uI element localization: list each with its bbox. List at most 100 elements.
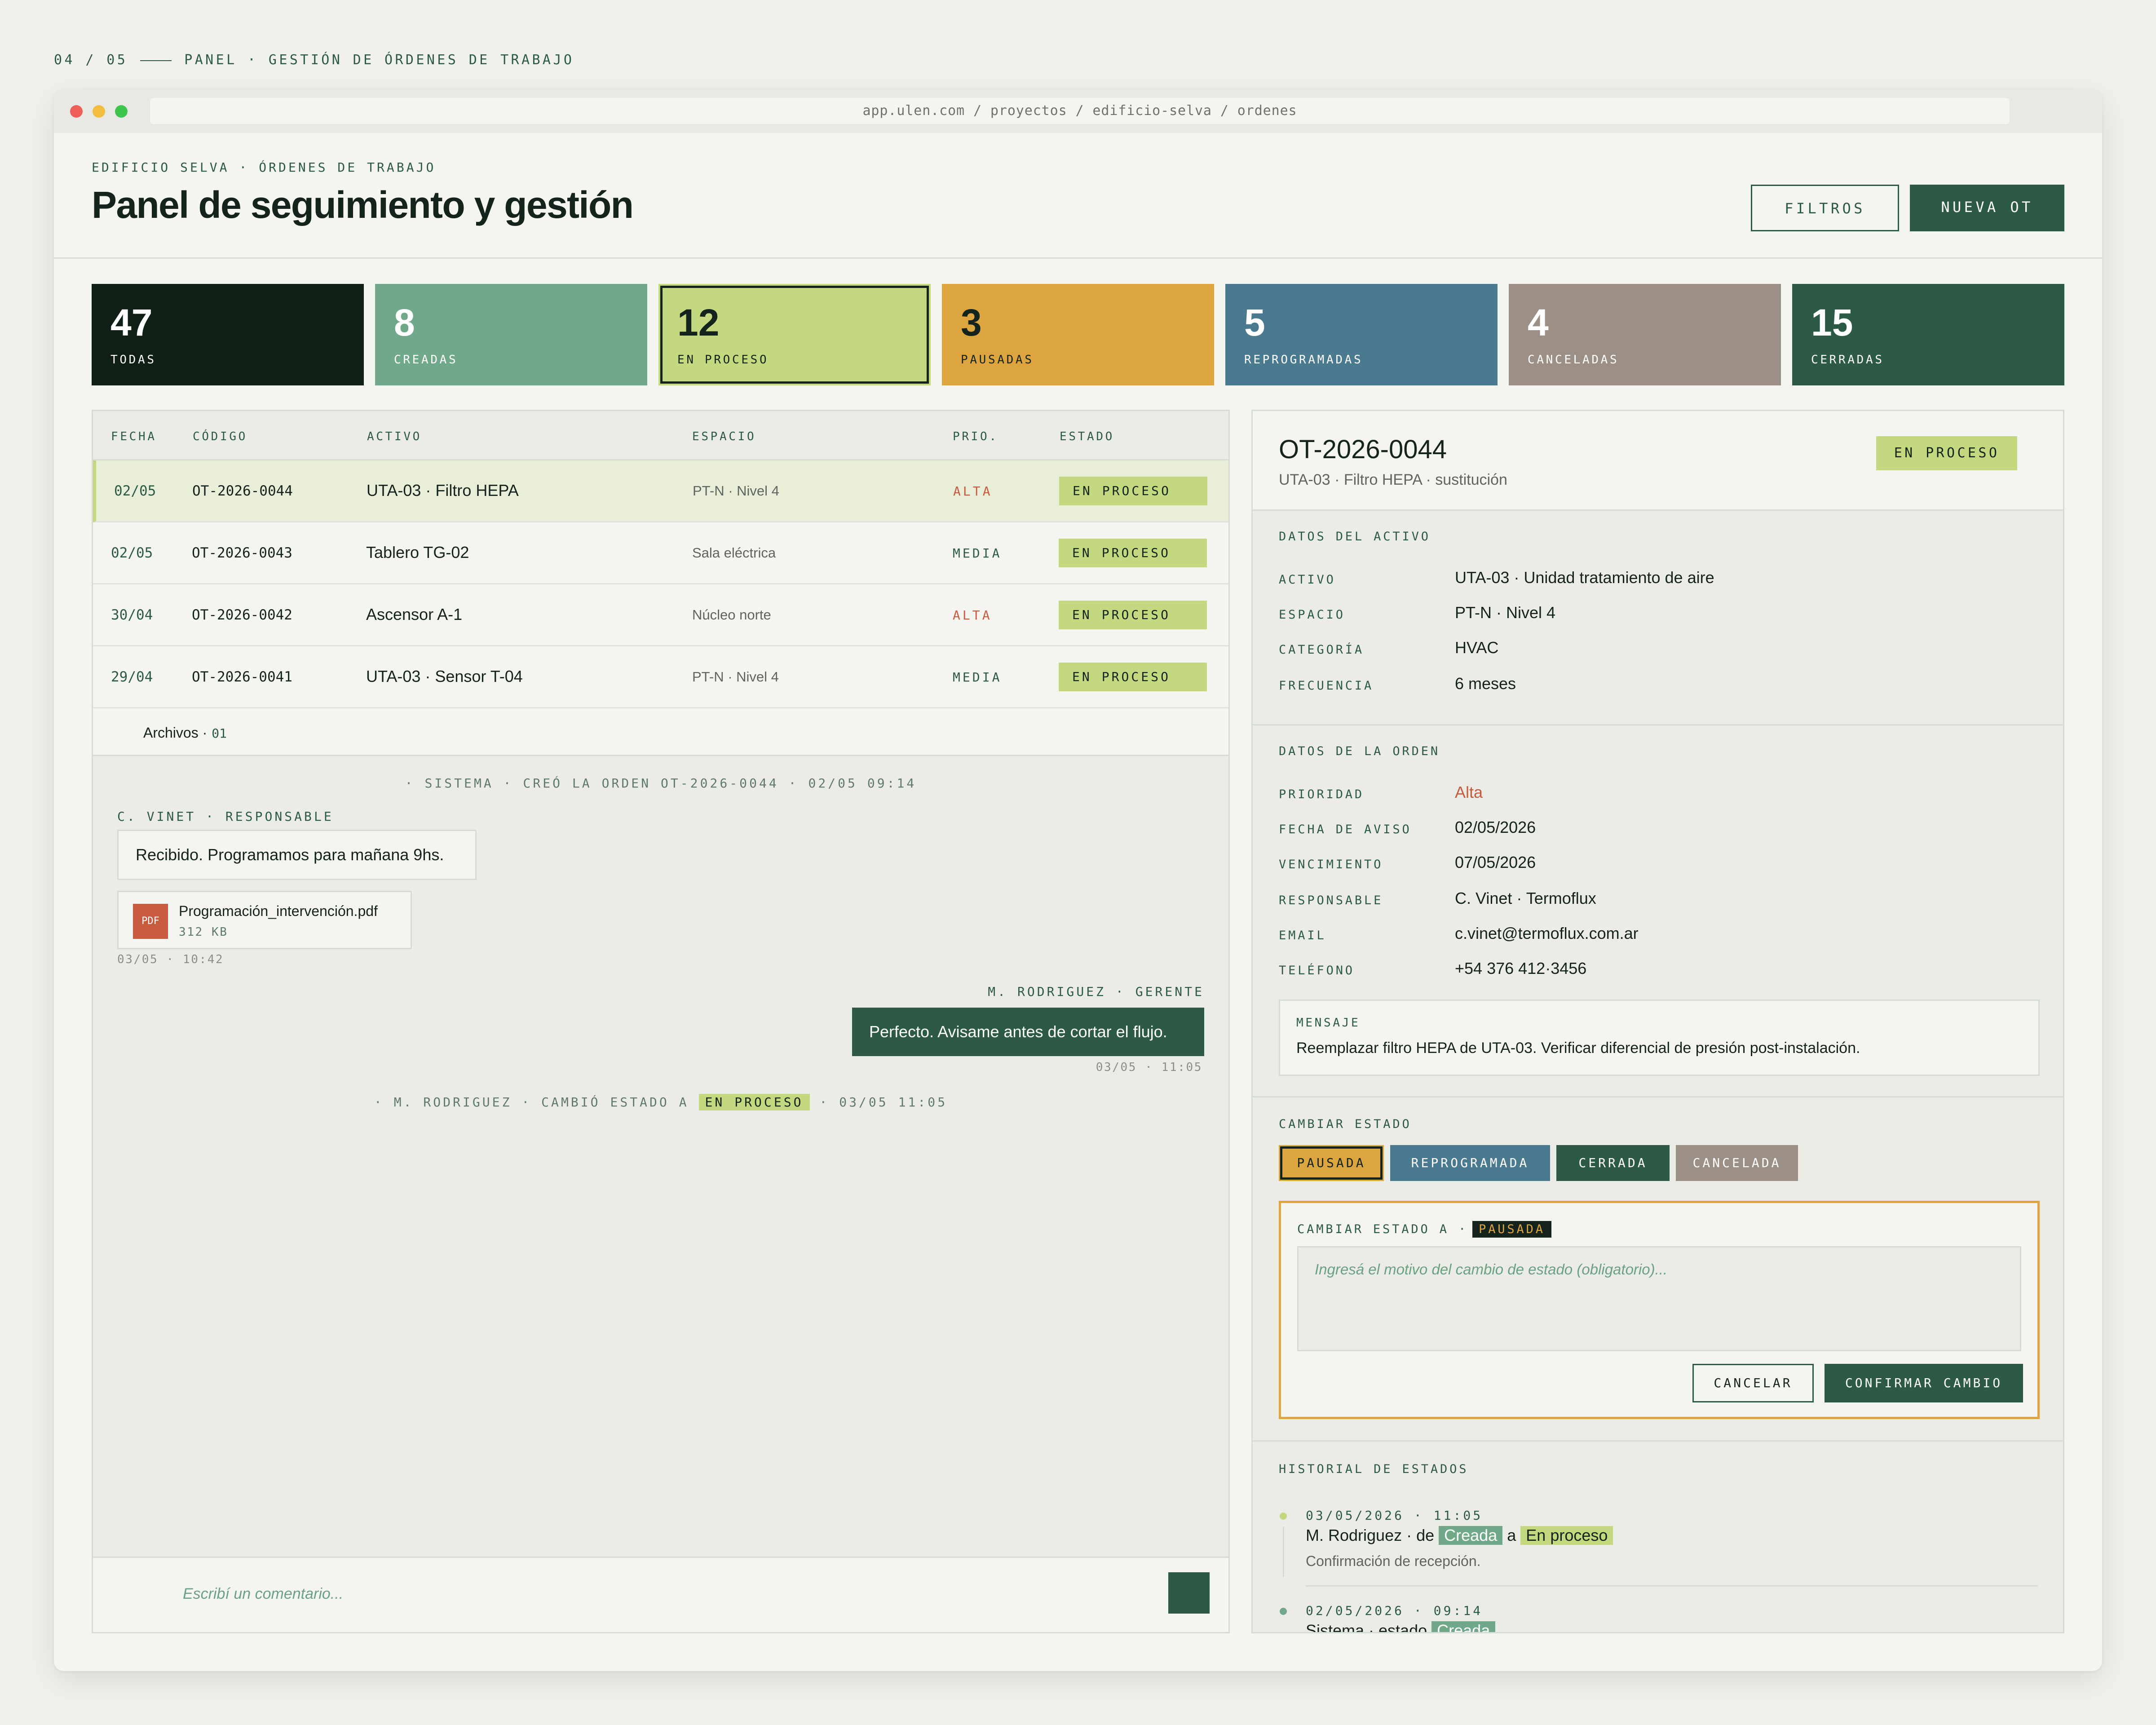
files-label: Archivos · (143, 725, 208, 741)
history-date: 03/05/2026 · 11:05 (1306, 1508, 1483, 1523)
status-option-pausada[interactable]: PAUSADA (1279, 1145, 1384, 1181)
row-space: Núcleo norte (692, 607, 771, 623)
column-header-priority[interactable]: PRIO. (953, 430, 998, 443)
page-header: EDIFICIO SELVA · ÓRDENES DE TRABAJO Pane… (54, 133, 2102, 259)
status-change-prefix: · M. RODRIGUEZ · CAMBIÓ ESTADO A (374, 1095, 689, 1110)
stat-card-todas[interactable]: 47 TODAS (92, 284, 364, 385)
history-joiner: a (1507, 1526, 1516, 1544)
field-label: ACTIVO (1279, 573, 1336, 587)
stat-card-pausadas[interactable]: 3 PAUSADAS (942, 284, 1214, 385)
slide-divider (140, 60, 172, 61)
browser-chrome: app.ulen.com / proyectos / edificio-selv… (54, 90, 2102, 133)
history-date: 02/05/2026 · 09:14 (1306, 1603, 1483, 1618)
stat-count: 47 (110, 301, 153, 344)
stat-card-reprogramadas[interactable]: 5 REPROGRAMADAS (1225, 284, 1498, 385)
slide-label: 04 / 05 PANEL · GESTIÓN DE ÓRDENES DE TRA… (54, 52, 574, 68)
work-order-list-panel: FECHA CÓDIGO ACTIVO ESPACIO PRIO. ESTADO… (92, 410, 1230, 1633)
selected-status-chip: PAUSADA (1472, 1221, 1551, 1238)
stat-label: CANCELADAS (1528, 353, 1619, 367)
send-comment-button[interactable] (1168, 1572, 1210, 1614)
maximize-window-icon[interactable] (115, 105, 128, 118)
message-label: MENSAJE (1296, 1016, 1361, 1030)
row-date: 29/04 (111, 669, 153, 685)
slide-index: 04 / 05 (54, 52, 128, 68)
status-chip: Creada (1431, 1621, 1496, 1632)
status-option-cerrada[interactable]: CERRADA (1556, 1145, 1670, 1181)
status-badge: EN PROCESO (1059, 539, 1207, 567)
row-asset: UTA-03 · Sensor T-04 (366, 667, 523, 686)
reason-textarea[interactable] (1297, 1246, 2021, 1351)
detail-order-code: OT-2026-0044 (1279, 435, 1447, 464)
table-row[interactable]: 30/04 OT-2026-0042 Ascensor A-1 Núcleo n… (93, 584, 1228, 646)
stat-count: 15 (1811, 301, 1853, 344)
field-value: 07/05/2026 (1455, 853, 1536, 871)
field-label: EMAIL (1279, 929, 1326, 942)
phone-link[interactable]: +54 376 412·3456 (1455, 959, 1586, 978)
field-label: CATEGORÍA (1279, 643, 1365, 657)
attachment-file[interactable]: PDF Programación_intervención.pdf 312 KB (117, 891, 412, 949)
row-priority: ALTA (953, 608, 992, 623)
row-space: PT-N · Nivel 4 (692, 669, 779, 685)
field-label: FECHA DE AVISO (1279, 823, 1412, 836)
change-status-form: CAMBIAR ESTADO A · PAUSADA CANCELAR CONFI… (1279, 1201, 2040, 1419)
pdf-file-icon: PDF (133, 904, 168, 939)
table-row[interactable]: 02/05 OT-2026-0044 UTA-03 · Filtro HEPA … (93, 460, 1228, 522)
asset-data-section: DATOS DEL ACTIVO ACTIVO UTA-03 · Unidad … (1253, 511, 2063, 725)
stat-card-en-proceso[interactable]: 12 EN PROCESO (658, 284, 931, 385)
status-badge: EN PROCESO (1059, 663, 1207, 691)
status-chip: Creada (1439, 1526, 1503, 1545)
row-priority: MEDIA (953, 546, 1002, 561)
stat-label: EN PROCESO (677, 353, 769, 367)
breadcrumb: EDIFICIO SELVA · ÓRDENES DE TRABAJO (92, 160, 436, 175)
field-value: PT-N · Nivel 4 (1455, 603, 1556, 622)
stat-card-canceladas[interactable]: 4 CANCELADAS (1509, 284, 1781, 385)
field-label: FRECUENCIA (1279, 679, 1374, 693)
table-row[interactable]: 29/04 OT-2026-0041 UTA-03 · Sensor T-04 … (93, 646, 1228, 708)
status-badge: EN PROCESO (1876, 436, 2017, 470)
stat-card-cerradas[interactable]: 15 CERRADAS (1792, 284, 2064, 385)
attachment-name: Programación_intervención.pdf (179, 903, 378, 919)
message-text: Reemplazar filtro HEPA de UTA-03. Verifi… (1296, 1039, 1860, 1057)
comment-bubble: Perfecto. Avisame antes de cortar el flu… (852, 1008, 1204, 1056)
close-window-icon[interactable] (70, 105, 83, 118)
browser-window: app.ulen.com / proyectos / edificio-selv… (54, 90, 2102, 1671)
url-bar[interactable]: app.ulen.com / proyectos / edificio-selv… (150, 98, 2010, 124)
stat-label: TODAS (110, 353, 156, 367)
table-row[interactable]: 02/05 OT-2026-0043 Tablero TG-02 Sala el… (93, 522, 1228, 584)
order-detail-panel: OT-2026-0044 UTA-03 · Filtro HEPA · sust… (1251, 410, 2064, 1633)
stat-count: 12 (677, 301, 720, 344)
files-tab[interactable]: Archivos · 01 (93, 708, 1228, 756)
status-badge: EN PROCESO (1059, 601, 1207, 629)
row-code: OT-2026-0044 (192, 483, 293, 499)
email-link[interactable]: c.vinet@termoflux.com.ar (1455, 924, 1639, 943)
minimize-window-icon[interactable] (93, 105, 105, 118)
column-header-space[interactable]: ESPACIO (692, 430, 756, 443)
change-status-label: CAMBIAR ESTADO A · PAUSADA (1297, 1221, 1551, 1238)
column-header-asset[interactable]: ACTIVO (367, 430, 422, 443)
field-value: 6 meses (1455, 674, 1516, 693)
files-count: 01 (212, 726, 227, 741)
stat-count: 3 (961, 301, 982, 344)
row-date: 02/05 (111, 545, 153, 561)
field-label: VENCIMIENTO (1279, 858, 1383, 871)
new-work-order-button[interactable]: NUEVA OT (1910, 185, 2064, 231)
stat-label: CERRADAS (1811, 353, 1884, 367)
filters-button[interactable]: FILTROS (1751, 185, 1899, 231)
column-header-status[interactable]: ESTADO (1060, 430, 1114, 443)
history-note: Confirmación de recepción. (1306, 1553, 1481, 1569)
confirm-change-button[interactable]: CONFIRMAR CAMBIO (1825, 1364, 2023, 1402)
status-option-cancelada[interactable]: CANCELADA (1676, 1145, 1798, 1181)
comment-input[interactable] (183, 1580, 1081, 1607)
column-header-date[interactable]: FECHA (111, 430, 157, 443)
section-title: HISTORIAL DE ESTADOS (1279, 1462, 1469, 1476)
stat-card-creadas[interactable]: 8 CREADAS (375, 284, 647, 385)
comment-author: C. VINET · RESPONSABLE (117, 809, 334, 824)
stat-count: 4 (1528, 301, 1549, 344)
stat-label: CREADAS (394, 353, 458, 367)
field-value: Alta (1455, 783, 1483, 801)
status-option-reprogramada[interactable]: REPROGRAMADA (1390, 1145, 1550, 1181)
column-header-code[interactable]: CÓDIGO (193, 430, 247, 443)
order-data-section: DATOS DE LA ORDEN PRIORIDAD Alta FECHA D… (1253, 725, 2063, 1097)
status-badge: EN PROCESO (1059, 477, 1207, 505)
cancel-button[interactable]: CANCELAR (1692, 1364, 1814, 1402)
